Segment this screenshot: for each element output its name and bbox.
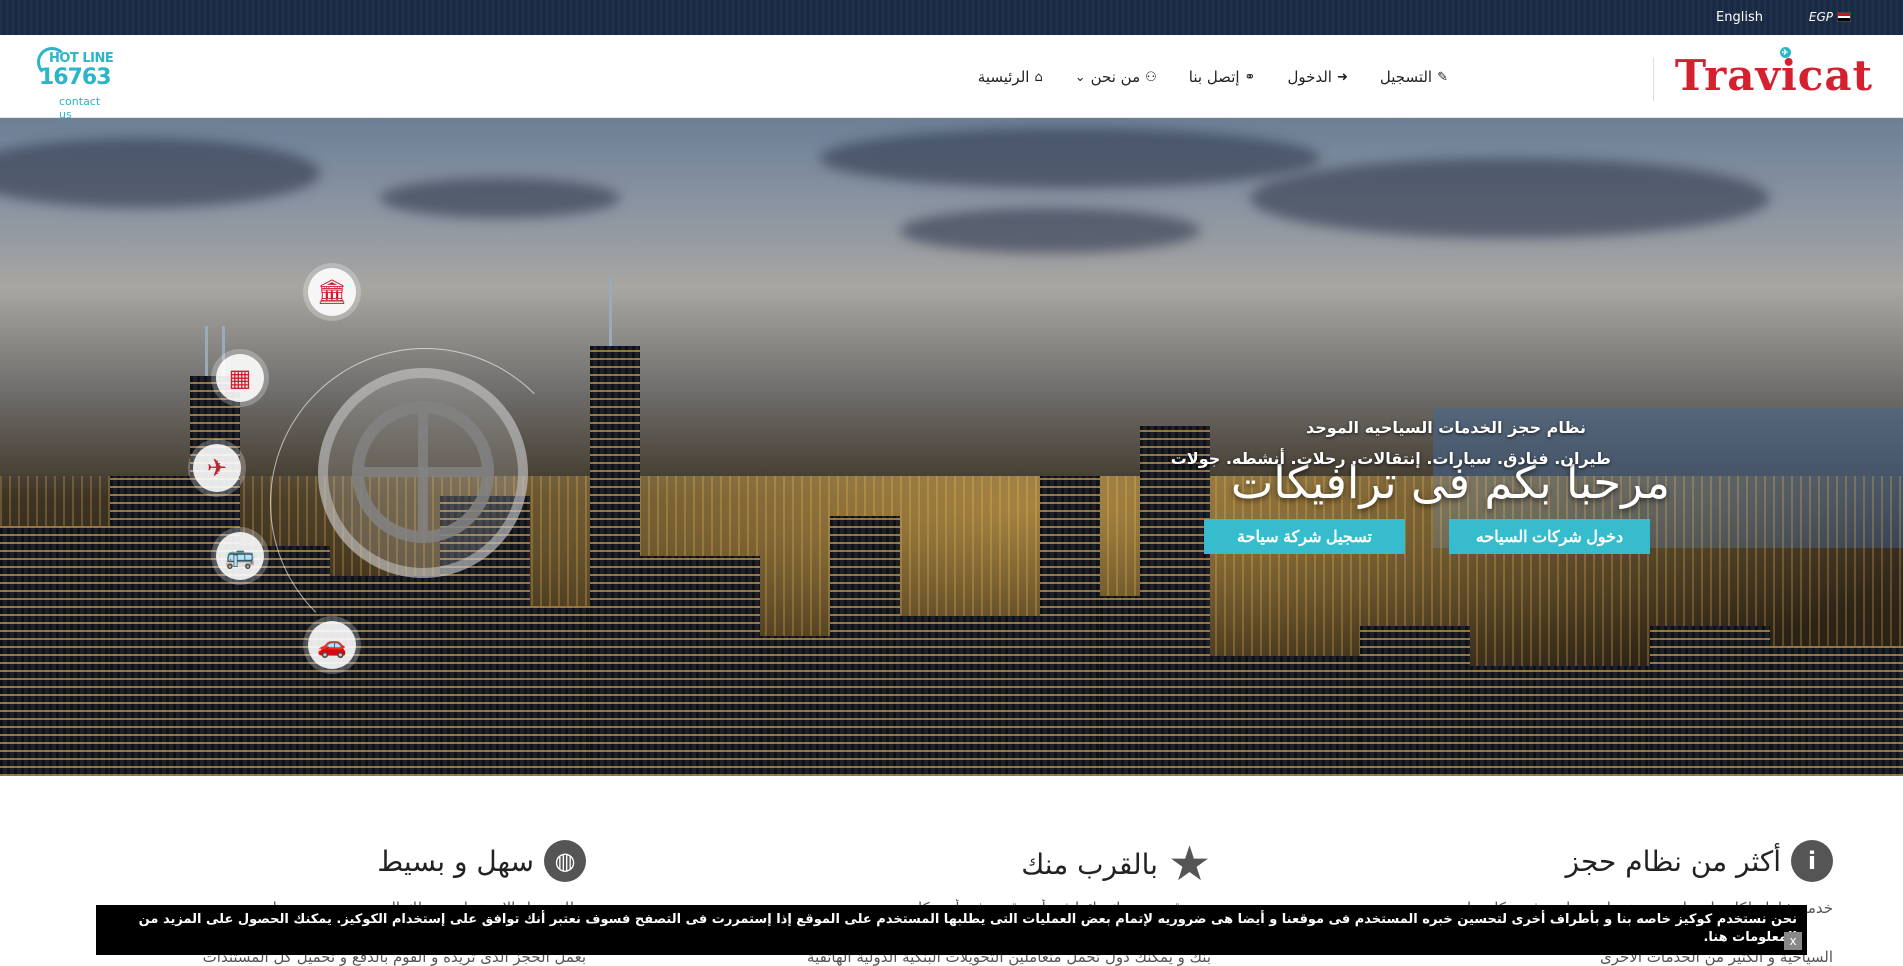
currency-selector[interactable]: EGP [1809, 10, 1851, 24]
hotline-contact[interactable]: HOT LINE 16763 contact us [35, 47, 115, 121]
building [1650, 626, 1770, 776]
building-icon: ▦ [216, 354, 264, 402]
users-icon: ⚇ [1145, 69, 1157, 85]
nav-login[interactable]: ➜ الدخول [1287, 68, 1347, 86]
nav-contact[interactable]: ⚭ إتصل بنا [1189, 68, 1256, 86]
nav-about[interactable]: ⚇ من نحن ⌄ [1075, 68, 1157, 86]
nav-home-label: الرئيسية [977, 68, 1030, 86]
hotline-label: HOT LINE [49, 51, 114, 66]
brand-divider [1653, 57, 1654, 101]
bank-icon: 🏛 [308, 268, 356, 316]
edit-icon: ✎ [1437, 69, 1448, 85]
top-bar: EGP English [0, 0, 1903, 35]
building [1210, 656, 1360, 776]
egypt-flag-icon [1837, 12, 1851, 22]
feature-nearby: ★ بالقرب منك [1021, 840, 1211, 888]
building [590, 346, 640, 776]
nav-login-label: الدخول [1287, 68, 1332, 86]
feature-title: بالقرب منك [1021, 847, 1158, 881]
nav-home[interactable]: ⌂ الرئيسية [978, 68, 1043, 86]
language-switch[interactable]: English [1716, 10, 1763, 25]
building [1470, 666, 1650, 776]
chevron-down-icon: ⌄ [1074, 69, 1086, 85]
home-icon: ⌂ [1034, 69, 1043, 85]
feature-title: أكثر من نظام حجز [1565, 844, 1781, 878]
star-icon: ★ [1167, 836, 1211, 892]
antenna [609, 276, 612, 346]
building [1040, 476, 1100, 776]
plane-icon: ✈ [193, 444, 241, 492]
hotline-number: 16763 [39, 65, 112, 90]
antenna [205, 326, 208, 376]
nav-contact-label: إتصل بنا [1188, 68, 1240, 86]
building [900, 616, 1040, 776]
building [110, 476, 190, 776]
building [1360, 626, 1470, 776]
building [640, 556, 760, 776]
main-nav: ⌂ الرئيسية ⚇ من نحن ⌄ ⚭ إتصل بنا ➜ الدخو… [978, 68, 1448, 86]
cloud [0, 138, 320, 208]
cookie-close-button[interactable]: x [1784, 932, 1802, 950]
agency-login-button[interactable]: دخول شركات السياحه [1449, 519, 1650, 554]
bus-icon: 🚌 [216, 532, 264, 580]
brand-logo[interactable]: Travicat ✈ [1675, 47, 1873, 97]
building [830, 516, 900, 776]
nav-about-label: من نحن [1090, 68, 1141, 86]
hero-services: طيران. فنادق. سيارات. إنتقالات. رحلات. أ… [1170, 449, 1611, 468]
currency-label: EGP [1808, 10, 1833, 24]
feature-booking: i أكثر من نظام حجز [1566, 840, 1833, 882]
car-icon: 🚗 [308, 621, 356, 669]
hero-banner: 🏛 ▦ ✈ 🚌 🚗 مرحبا بكم فى ترافيكات [0, 118, 1903, 776]
agency-register-button[interactable]: تسجيل شركة سياحة [1204, 519, 1405, 554]
building [0, 526, 120, 776]
cloud [1250, 158, 1770, 238]
cookie-banner: نحن نستخدم كوكيز خاصه بنا و بأطراف أخرى … [96, 905, 1807, 955]
feature-title: سهل و بسيط [377, 844, 534, 878]
info-icon: i [1791, 840, 1833, 882]
plane-dot-icon: ✈ [1780, 47, 1791, 58]
nav-register[interactable]: ✎ التسجيل [1380, 68, 1448, 86]
building [1770, 646, 1903, 776]
main-header: HOT LINE 16763 contact us ⌂ الرئيسية ⚇ م… [0, 35, 1903, 121]
brand-name: Travicat [1674, 51, 1873, 100]
cookie-text: نحن نستخدم كوكيز خاصه بنا و بأطراف أخرى … [138, 912, 1797, 945]
cloud [820, 128, 1320, 188]
hero-subtitle: نظام حجز الخدمات السياحيه الموحد [1306, 418, 1586, 437]
building [1140, 426, 1210, 776]
globe-icon: ◍ [544, 840, 586, 882]
headphones-icon: ⚭ [1244, 69, 1256, 85]
globe-icon [352, 401, 494, 543]
cloud [380, 178, 620, 218]
cloud [900, 208, 1200, 253]
feature-easy: ◍ سهل و بسيط [377, 840, 586, 882]
sign-in-icon: ➜ [1336, 69, 1348, 85]
nav-register-label: التسجيل [1379, 68, 1433, 86]
